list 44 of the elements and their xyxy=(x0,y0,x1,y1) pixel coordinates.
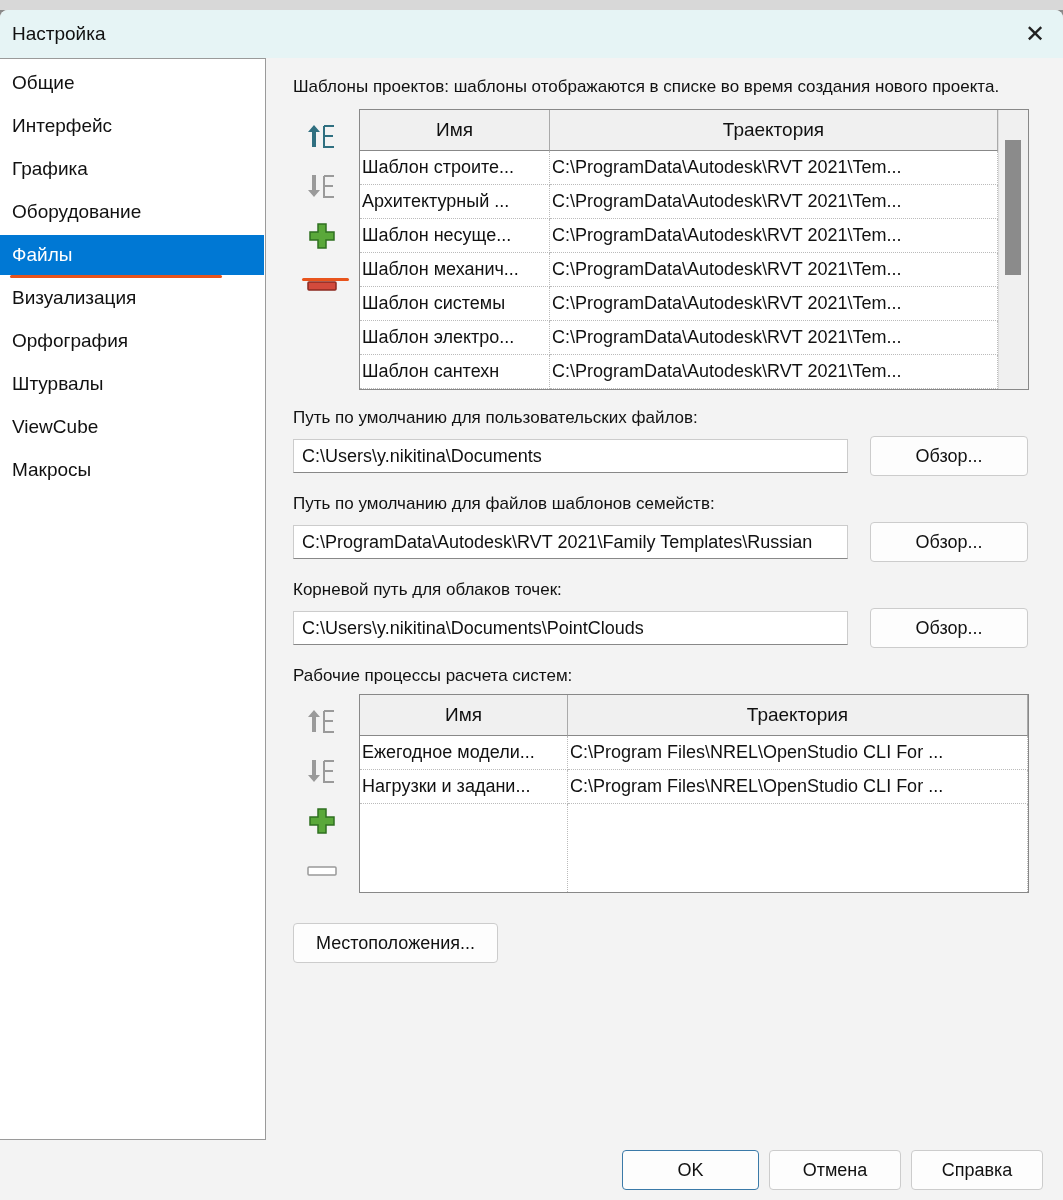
table-cell: Архитектурный ... xyxy=(360,185,550,219)
table-cell: C:\Program Files\NREL\OpenStudio CLI For ... xyxy=(568,770,1028,804)
sidebar-item[interactable]: Орфография xyxy=(0,321,264,361)
field-label: Корневой путь для облаков точек: xyxy=(293,580,563,600)
sidebar-item[interactable]: Интерфейс xyxy=(0,106,264,146)
table-cell: Шаблон системы xyxy=(360,287,550,321)
table-cell: Шаблон механич... xyxy=(360,253,550,287)
table-cell: Шаблон электро... xyxy=(360,321,550,355)
field-label: Путь по умолчанию для пользовательских файлов: xyxy=(293,408,699,428)
locations-button[interactable]: Местоположения... xyxy=(293,923,498,963)
dialog-button[interactable]: Отмена xyxy=(769,1150,901,1190)
sidebar-item[interactable]: Общие xyxy=(0,63,264,103)
annotation-underline xyxy=(302,278,349,281)
sidebar-item[interactable]: Графика xyxy=(0,149,264,189)
window-title: Настройка xyxy=(12,23,106,45)
table-cell: C:\Program Files\NREL\OpenStudio CLI For ... xyxy=(568,736,1028,770)
table-cell: Ежегодное модели... xyxy=(360,736,568,770)
table-cell: Шаблон несуще... xyxy=(360,219,550,253)
close-button[interactable]: ✕ xyxy=(1018,20,1051,48)
browse-button[interactable]: Обзор... xyxy=(870,608,1028,648)
column-header[interactable]: Имя xyxy=(360,695,568,736)
sidebar-item[interactable]: Штурвалы xyxy=(0,364,264,404)
sidebar-item[interactable]: Макросы xyxy=(0,450,264,490)
browse-button[interactable]: Обзор... xyxy=(870,436,1028,476)
scrollbar[interactable] xyxy=(998,110,1028,389)
table-cell: Нагрузки и задани... xyxy=(360,770,568,804)
column-header[interactable]: Имя xyxy=(360,110,550,151)
sidebar-item[interactable]: ViewCube xyxy=(0,407,264,447)
column-header[interactable]: Траектория xyxy=(568,695,1028,736)
dialog-button[interactable]: OK xyxy=(622,1150,759,1190)
path-field[interactable]: C:\Users\y.nikitina\Documents xyxy=(293,439,848,473)
browse-button[interactable]: Обзор... xyxy=(870,522,1028,562)
dialog-button[interactable]: Справка xyxy=(911,1150,1043,1190)
field-label: Путь по умолчанию для файлов шаблонов семейств: xyxy=(293,494,716,514)
table-cell: Шаблон сантехн xyxy=(360,355,550,389)
column-header[interactable]: Траектория xyxy=(550,110,998,151)
sidebar-item[interactable]: Визуализация xyxy=(0,278,264,318)
path-field[interactable]: C:\Users\y.nikitina\Documents\PointClouds xyxy=(293,611,848,645)
path-field[interactable]: C:\ProgramData\Autodesk\RVT 2021\Family Templates\Russian xyxy=(293,525,848,559)
section-label: Рабочие процессы расчета систем: xyxy=(293,666,574,686)
table-cell: Шаблон строите... xyxy=(360,151,550,185)
sidebar-item[interactable]: Оборудование xyxy=(0,192,264,232)
sidebar-item[interactable]: Файлы xyxy=(0,235,264,275)
description-text: Шаблоны проектов: шаблоны отображаются в списке во время создания нового проекта. xyxy=(293,76,1001,98)
